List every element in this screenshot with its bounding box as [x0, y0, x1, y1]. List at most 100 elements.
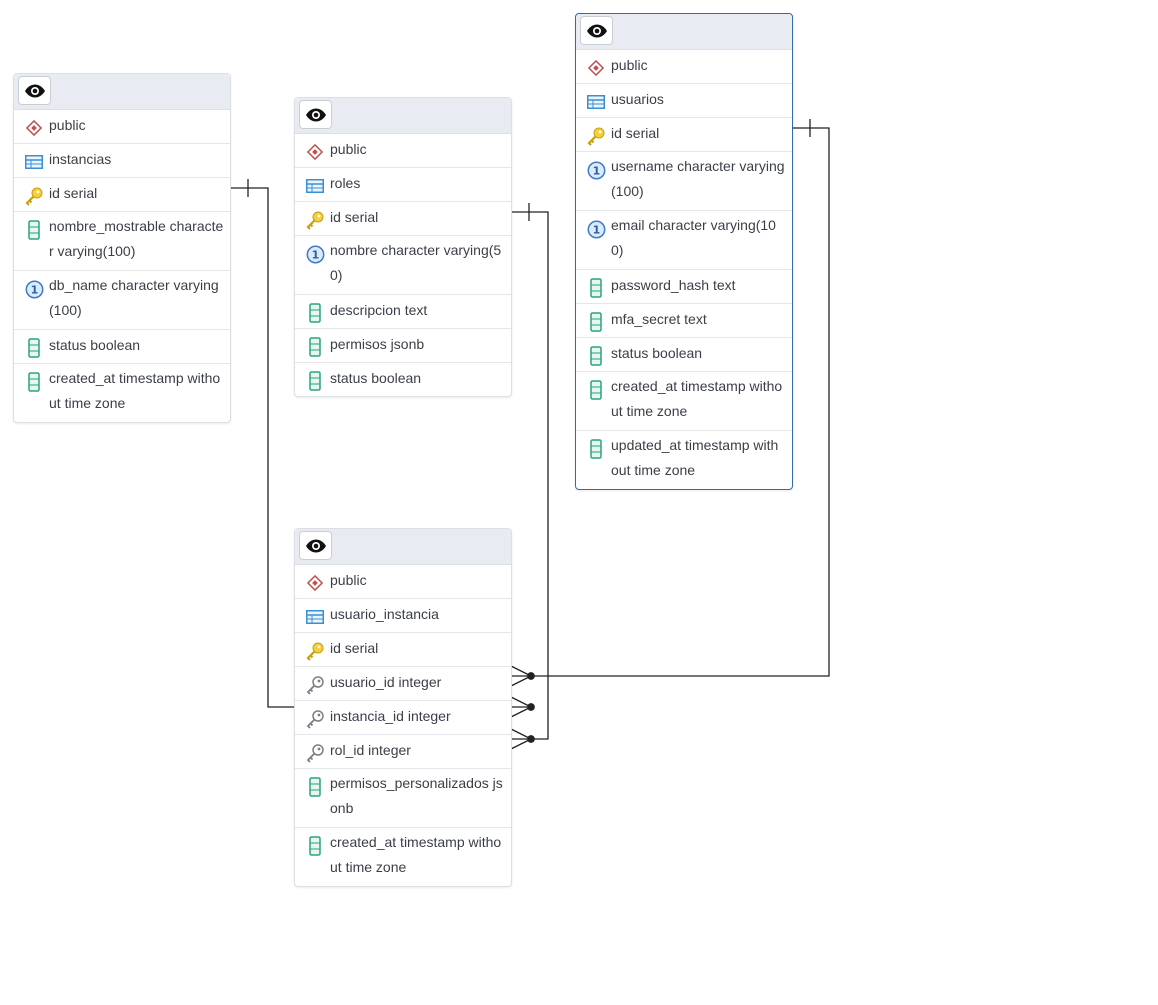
primary-key-icon: [305, 209, 325, 231]
column-icon: [24, 371, 44, 393]
table-name: instancias: [49, 151, 112, 167]
node-header: [295, 98, 511, 134]
table-name-row: usuario_instancia: [295, 599, 511, 633]
table-name-row: instancias: [14, 144, 230, 178]
column-row[interactable]: status boolean: [295, 363, 511, 396]
schema-name: public: [611, 57, 648, 73]
column-row[interactable]: 1 username character varying(100): [576, 152, 792, 211]
column-row[interactable]: id serial: [295, 633, 511, 667]
column-label: id serial: [49, 185, 98, 201]
column-label: email character varying(100): [611, 217, 776, 258]
eye-icon[interactable]: [299, 531, 332, 560]
table-icon: [586, 91, 606, 113]
column-label: created_at timestamp without time zone: [611, 378, 783, 419]
column-row[interactable]: password_hash text: [576, 270, 792, 304]
column-row[interactable]: instancia_id integer: [295, 701, 511, 735]
column-row[interactable]: 1 email character varying(100): [576, 211, 792, 270]
column-row[interactable]: mfa_secret text: [576, 304, 792, 338]
column-label: permisos_personalizados jsonb: [330, 775, 503, 816]
foreign-key-icon: [305, 674, 325, 696]
schema-row: public: [295, 565, 511, 599]
column-label: descripcion text: [330, 302, 428, 318]
eye-icon[interactable]: [18, 76, 51, 105]
schema-icon: [305, 141, 325, 163]
table-name: usuario_instancia: [330, 606, 439, 622]
schema-name: public: [330, 141, 367, 157]
column-label: password_hash text: [611, 277, 736, 293]
crows-foot-instancia: [510, 696, 535, 718]
column-icon: [24, 219, 44, 241]
column-icon: [305, 776, 325, 798]
unique-constraint-icon: 1: [586, 218, 606, 240]
table-icon: [305, 606, 325, 628]
schema-icon: [24, 117, 44, 139]
column-label: instancia_id integer: [330, 708, 451, 724]
column-row[interactable]: nombre_mostrable character varying(100): [14, 212, 230, 271]
column-row[interactable]: rol_id integer: [295, 735, 511, 769]
crows-foot-rol: [510, 728, 535, 750]
column-row[interactable]: permisos jsonb: [295, 329, 511, 363]
column-label: id serial: [330, 640, 379, 656]
column-row[interactable]: created_at timestamp without time zone: [14, 364, 230, 422]
table-icon: [24, 151, 44, 173]
erd-canvas[interactable]: public instancias id serial nombre_mostr…: [0, 0, 1158, 1005]
primary-key-icon: [24, 185, 44, 207]
schema-row: public: [576, 50, 792, 84]
foreign-key-icon: [305, 742, 325, 764]
schema-name: public: [330, 572, 367, 588]
schema-icon: [586, 57, 606, 79]
column-row[interactable]: usuario_id integer: [295, 667, 511, 701]
table-name-row: usuarios: [576, 84, 792, 118]
table-node-roles[interactable]: public roles id serial 1 nombre characte…: [294, 97, 512, 397]
column-row[interactable]: id serial: [576, 118, 792, 152]
column-icon: [305, 336, 325, 358]
column-icon: [24, 337, 44, 359]
unique-constraint-icon: 1: [305, 243, 325, 265]
column-label: updated_at timestamp without time zone: [611, 437, 779, 478]
column-label: username character varying(100): [611, 158, 785, 199]
relation-instancia[interactable]: [230, 179, 295, 708]
column-row[interactable]: 1 nombre character varying(50): [295, 236, 511, 295]
eye-icon[interactable]: [580, 16, 613, 45]
column-label: nombre_mostrable character varying(100): [49, 218, 224, 259]
column-row[interactable]: 1 db_name character varying(100): [14, 271, 230, 330]
eye-icon[interactable]: [299, 100, 332, 129]
column-label: nombre character varying(50): [330, 242, 502, 283]
svg-text:1: 1: [592, 223, 600, 236]
column-icon: [586, 345, 606, 367]
column-row[interactable]: permisos_personalizados jsonb: [295, 769, 511, 828]
relation-rol[interactable]: [511, 203, 549, 740]
column-icon: [586, 379, 606, 401]
column-icon: [305, 370, 325, 392]
schema-row: public: [295, 134, 511, 168]
table-name: usuarios: [611, 91, 664, 107]
column-label: mfa_secret text: [611, 311, 707, 327]
column-row[interactable]: created_at timestamp without time zone: [576, 372, 792, 431]
column-icon: [586, 277, 606, 299]
column-row[interactable]: id serial: [295, 202, 511, 236]
svg-text:1: 1: [311, 248, 319, 261]
column-label: id serial: [611, 125, 660, 141]
table-node-instancias[interactable]: public instancias id serial nombre_mostr…: [13, 73, 231, 423]
unique-constraint-icon: 1: [586, 159, 606, 181]
column-icon: [305, 302, 325, 324]
column-label: usuario_id integer: [330, 674, 442, 690]
column-label: created_at timestamp without time zone: [49, 370, 221, 411]
table-node-usuario-instancia[interactable]: public usuario_instancia id serial usuar…: [294, 528, 512, 887]
unique-constraint-icon: 1: [24, 278, 44, 300]
node-header: [14, 74, 230, 110]
schema-name: public: [49, 117, 86, 133]
column-icon: [586, 438, 606, 460]
column-row[interactable]: created_at timestamp without time zone: [295, 828, 511, 886]
column-label: rol_id integer: [330, 742, 411, 758]
column-row[interactable]: id serial: [14, 178, 230, 212]
column-row[interactable]: status boolean: [576, 338, 792, 372]
column-row[interactable]: descripcion text: [295, 295, 511, 329]
column-icon: [305, 835, 325, 857]
column-row[interactable]: status boolean: [14, 330, 230, 364]
column-label: status boolean: [611, 345, 703, 361]
column-row[interactable]: updated_at timestamp without time zone: [576, 431, 792, 489]
table-node-usuarios[interactable]: public usuarios id serial 1 username cha…: [575, 13, 793, 490]
node-header: [295, 529, 511, 565]
svg-text:1: 1: [592, 164, 600, 177]
